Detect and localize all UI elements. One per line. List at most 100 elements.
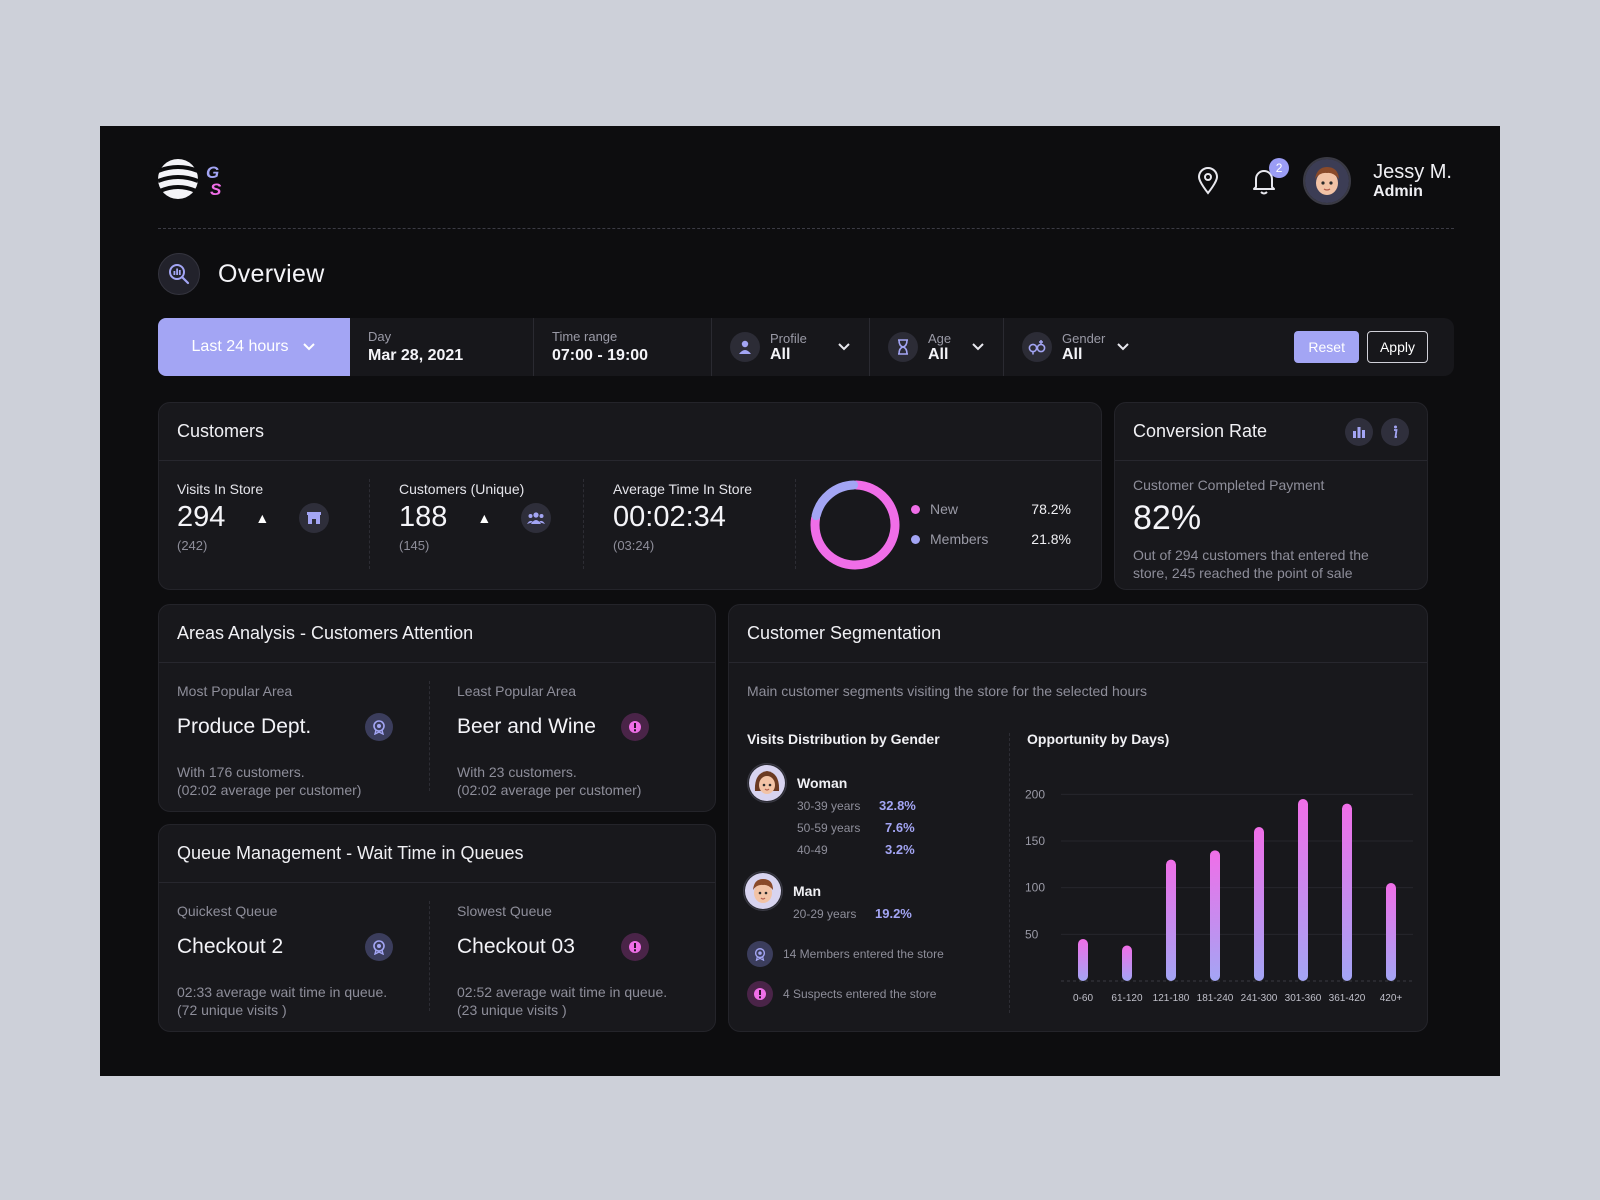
x-tick-label: 181-240 [1197,993,1234,1004]
quickest-queue-line1: 02:33 average wait time in queue. [177,984,388,1000]
analytics-search-icon [158,253,200,295]
x-tick-label: 61-120 [1111,993,1143,1004]
range-dropdown[interactable]: Last 24 hours [158,318,350,376]
members-note: 14 Members entered the store [747,941,944,967]
profile-label: Profile [770,330,807,346]
x-tick-label: 361-420 [1329,993,1366,1004]
quickest-queue-line2: (72 unique visits ) [177,1002,287,1019]
bar-301-360 [1298,799,1308,981]
slowest-queue-name: Checkout 03 [457,935,575,958]
conversion-title: Conversion Rate [1133,421,1268,441]
conversion-description: Out of 294 customers that entered the st… [1133,547,1369,582]
filter-bar: Last 24 hours Day Mar 28, 2021 Time rang… [158,318,1454,376]
bar-121-180 [1166,859,1176,981]
filter-actions: Reset Apply [1294,318,1454,376]
day-label: Day [368,329,392,344]
user-info[interactable]: Jessy M. Admin [1373,161,1452,201]
most-popular-line2: (02:02 average per customer) [177,782,362,799]
range-label: Last 24 hours [191,338,289,355]
woman-age-pct-3: 3.2% [885,842,915,857]
bar-241-300 [1254,827,1264,981]
bar-61-120 [1122,945,1132,981]
opportunity-chart-title: Opportunity by Days) [1027,731,1170,747]
notifications-button[interactable]: 2 [1247,158,1290,198]
stat-divider [795,479,796,569]
woman-age-pct-1: 32.8% [879,798,916,813]
man-age-range-1: 20-29 years [793,907,857,921]
age-value: All [928,345,949,363]
y-tick-label: 200 [1025,787,1045,801]
customer-segmentation-card: Customer Segmentation Main customer segm… [728,604,1428,1032]
trend-up-icon: ▲ [255,509,270,526]
least-popular-area: Least Popular Area Beer and Wine With 23… [457,683,649,799]
group-icon [521,502,552,533]
page-title: Overview [218,259,325,288]
brand-logo[interactable]: G S [158,156,248,202]
gender-select[interactable]: Gender All [1004,318,1148,376]
hourglass-icon [888,332,918,362]
avg-time-value: 00:02:34 [613,501,726,533]
time-range-label: Time range [552,329,618,344]
reset-button[interactable]: Reset [1294,331,1359,363]
segmentation-title: Customer Segmentation [729,605,1427,663]
stat-divider [583,479,584,569]
x-tick-label: 0-60 [1073,993,1093,1004]
conversion-header: Conversion Rate [1115,403,1427,461]
woman-age-range-3: 40-49 [797,843,828,857]
age-label: Age [928,330,952,346]
areas-title: Areas Analysis - Customers Attention [159,605,715,663]
gender-value: All [1062,345,1083,363]
user-name: Jessy M. [1373,161,1452,184]
members-note-text: 14 Members entered the store [783,947,944,961]
unique-customers-previous: (145) [399,538,430,553]
legend-pct: 78.2% [1031,501,1071,517]
bar-0-60 [1078,939,1088,981]
legend-item-new: New 78.2% [911,501,1071,517]
bar-chart-icon[interactable] [1345,417,1373,446]
trend-up-icon: ▲ [477,509,492,526]
unique-customers-label: Customers (Unique) [399,481,525,497]
y-tick-label: 150 [1025,834,1045,848]
conversion-card: Conversion Rate Customer Completed Payme… [1114,402,1428,590]
award-badge-icon [365,933,393,961]
donut-slice-members [811,480,859,521]
profile-select[interactable]: Profile All [712,318,870,376]
stat-divider [369,479,370,569]
legend-item-members: Members 21.8% [911,531,1071,547]
day-filter[interactable]: Day Mar 28, 2021 [350,318,534,376]
location-button[interactable] [1191,164,1225,198]
woman-age-range-2: 50-59 years [797,821,861,835]
page-header: Overview [158,253,325,295]
visits-value: 294 [177,501,226,533]
visits-stat: Visits In Store 294 ▲ (242) [177,481,330,553]
man-segment: Man [743,871,821,911]
chevron-down-icon [1117,343,1129,351]
least-popular-line1: With 23 customers. [457,764,577,780]
legend-name: Members [930,531,989,547]
y-tick-label: 50 [1025,927,1039,941]
avg-time-previous: (03:24) [613,538,655,553]
slowest-queue-line2: (23 unique visits ) [457,1002,567,1019]
areas-analysis-card: Areas Analysis - Customers Attention Mos… [158,604,716,812]
woman-age-pct-2: 7.6% [885,820,915,835]
segmentation-subtitle: Main customer segments visiting the stor… [747,683,1147,699]
opportunity-bar-chart: 50 100 150 200 0-60 61-120 121-180 181-240 241-3… [1025,787,1413,1004]
suspects-note-text: 4 Suspects entered the store [783,987,937,1001]
x-tick-label: 301-360 [1285,993,1322,1004]
x-tick-label: 121-180 [1153,993,1190,1004]
day-value: Mar 28, 2021 [368,347,464,364]
chevron-down-icon [303,343,316,351]
legend-dot [911,534,920,544]
time-range-filter[interactable]: Time range 07:00 - 19:00 [534,318,712,376]
legend-pct: 21.8% [1031,531,1071,547]
suspects-note: 4 Suspects entered the store [747,981,936,1007]
bar-361-420 [1342,803,1352,981]
info-icon[interactable] [1381,417,1409,446]
x-tick-label: 241-300 [1241,993,1278,1004]
apply-button[interactable]: Apply [1366,331,1428,363]
age-select[interactable]: Age All [870,318,1004,376]
user-avatar[interactable] [1303,157,1352,205]
avg-time-stat: Average Time In Store 00:02:34 (03:24) [613,481,752,553]
header-divider [158,228,1454,229]
most-popular-line1: With 176 customers. [177,764,305,780]
